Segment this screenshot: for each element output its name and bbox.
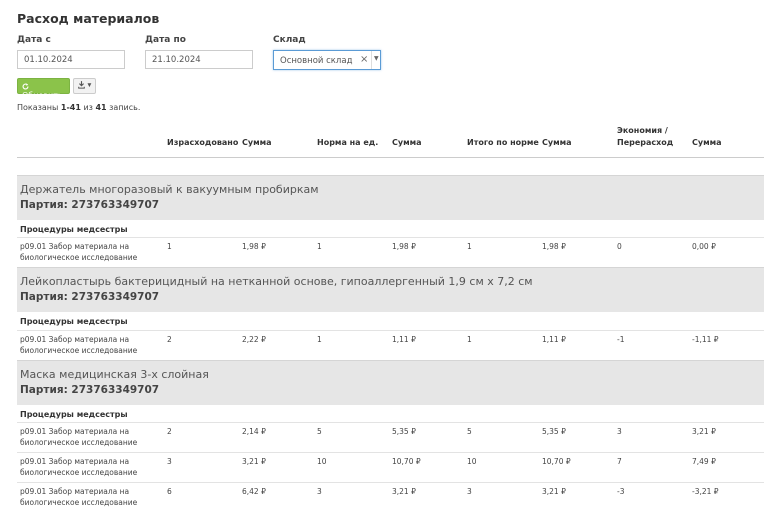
header-total-by-norm: Итого по норме [467, 138, 539, 147]
procedure-name: p09.01 Забор материала на биологическое и… [20, 457, 138, 477]
row-divider [17, 237, 764, 238]
download-icon [78, 81, 85, 89]
cell-norm: 10 [317, 457, 327, 466]
clear-icon[interactable]: × [360, 54, 368, 65]
cell-total: 1 [467, 242, 472, 251]
cell-total: 5 [467, 427, 472, 436]
date-to-input[interactable]: 21.10.2024 [145, 50, 253, 69]
material-name: Держатель многоразовый к вакуумным проби… [20, 183, 319, 196]
header-norm-per-unit: Норма на ед. [317, 138, 379, 147]
cell-norm-sum: 3,21 ₽ [392, 487, 416, 496]
chevron-down-icon[interactable]: ▼ [374, 55, 379, 62]
procedure-name: p09.01 Забор материала на биологическое и… [20, 242, 138, 262]
party-number: Партия: 273763349707 [20, 384, 160, 396]
date-from-input[interactable]: 01.10.2024 [17, 50, 125, 69]
procedure-name: p09.01 Забор материала на биологическое и… [20, 335, 138, 355]
cell-consumed: 3 [167, 457, 172, 466]
cell-diff-sum: -3,21 ₽ [692, 487, 719, 496]
page-title: Расход материалов [17, 11, 160, 26]
refresh-button[interactable]: Обновить [17, 78, 70, 100]
warehouse-selected-value: Основной склад [280, 56, 353, 66]
warehouse-select[interactable]: Основной склад × ▼ [273, 50, 381, 70]
cell-sum: 3,21 ₽ [242, 457, 266, 466]
cell-norm-sum: 1,98 ₽ [392, 242, 416, 251]
cell-consumed: 2 [167, 335, 172, 344]
warehouse-label: Склад [273, 35, 306, 45]
cell-norm: 5 [317, 427, 322, 436]
cell-total: 3 [467, 487, 472, 496]
subgroup-heading: Процедуры медсестры [20, 410, 128, 419]
material-name: Лейкопластырь бактерицидный на нетканной… [20, 275, 533, 288]
subgroup-heading: Процедуры медсестры [20, 317, 128, 326]
caret-down-icon: ▼ [87, 82, 92, 89]
cell-norm: 1 [317, 242, 322, 251]
cell-diff: 3 [617, 427, 622, 436]
header-total-sum: Сумма [542, 138, 572, 147]
cell-diff: -1 [617, 335, 625, 344]
cell-diff: -3 [617, 487, 625, 496]
procedure-name: p09.01 Забор материала на биологическое и… [20, 487, 138, 507]
cell-sum: 1,98 ₽ [242, 242, 266, 251]
cell-total-sum: 5,35 ₽ [542, 427, 566, 436]
header-sum: Сумма [242, 138, 272, 147]
cell-diff-sum: 3,21 ₽ [692, 427, 716, 436]
refresh-icon [22, 83, 29, 90]
group-header: Лейкопластырь бактерицидный на нетканной… [17, 267, 764, 312]
party-number: Партия: 273763349707 [20, 291, 160, 303]
header-consumed: Израсходовано [167, 138, 239, 147]
group-header: Маска медицинская 3-х слойная Партия: 27… [17, 360, 764, 405]
cell-total: 1 [467, 335, 472, 344]
cell-total-sum: 3,21 ₽ [542, 487, 566, 496]
cell-norm: 1 [317, 335, 322, 344]
cell-consumed: 6 [167, 487, 172, 496]
refresh-button-label: Обновить [22, 91, 63, 100]
cell-diff-sum: 7,49 ₽ [692, 457, 716, 466]
header-overspend: Перерасход [617, 138, 674, 147]
cell-diff: 7 [617, 457, 622, 466]
party-number: Партия: 273763349707 [20, 199, 160, 211]
material-name: Маска медицинская 3-х слойная [20, 368, 209, 381]
export-button[interactable]: ▼ [73, 78, 96, 94]
cell-consumed: 1 [167, 242, 172, 251]
cell-total: 10 [467, 457, 477, 466]
header-norm-sum: Сумма [392, 138, 422, 147]
cell-sum: 2,14 ₽ [242, 427, 266, 436]
cell-norm-sum: 1,11 ₽ [392, 335, 416, 344]
header-divider [17, 157, 764, 158]
cell-total-sum: 1,98 ₽ [542, 242, 566, 251]
row-divider [17, 422, 764, 423]
date-from-label: Дата с [17, 35, 51, 45]
cell-diff: 0 [617, 242, 622, 251]
header-economy: Экономия / [617, 126, 668, 135]
cell-total-sum: 1,11 ₽ [542, 335, 566, 344]
row-divider [17, 452, 764, 453]
cell-norm: 3 [317, 487, 322, 496]
group-header: Держатель многоразовый к вакуумным проби… [17, 175, 764, 220]
cell-sum: 6,42 ₽ [242, 487, 266, 496]
cell-norm-sum: 5,35 ₽ [392, 427, 416, 436]
cell-sum: 2,22 ₽ [242, 335, 266, 344]
cell-norm-sum: 10,70 ₽ [392, 457, 421, 466]
row-divider [17, 330, 764, 331]
cell-consumed: 2 [167, 427, 172, 436]
cell-diff-sum: -1,11 ₽ [692, 335, 719, 344]
row-divider [17, 482, 764, 483]
results-summary: Показаны 1-41 из 41 запись. [17, 103, 141, 112]
date-to-label: Дата по [145, 35, 186, 45]
header-diff-sum: Сумма [692, 138, 722, 147]
cell-diff-sum: 0,00 ₽ [692, 242, 716, 251]
subgroup-heading: Процедуры медсестры [20, 225, 128, 234]
procedure-name: p09.01 Забор материала на биологическое и… [20, 427, 138, 447]
cell-total-sum: 10,70 ₽ [542, 457, 571, 466]
select-divider [371, 51, 372, 69]
